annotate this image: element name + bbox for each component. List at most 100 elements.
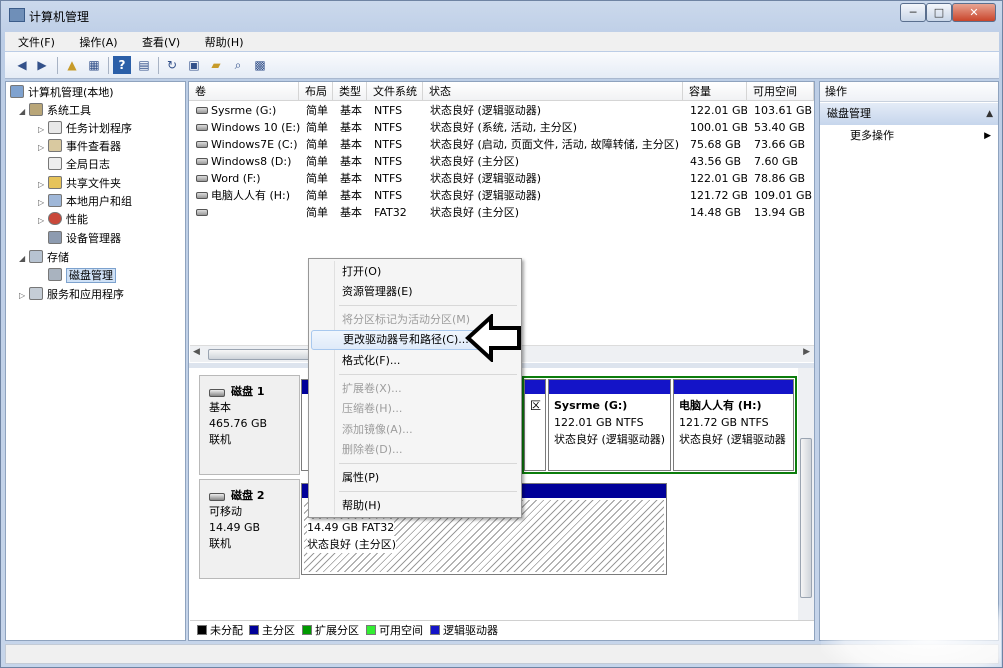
minimize-button[interactable]: ─ — [900, 3, 926, 22]
column-header-type[interactable]: 类型 — [333, 82, 367, 101]
volume-cell-layout: 简单 — [306, 206, 328, 219]
menu-view[interactable]: 查看(V) — [128, 32, 187, 50]
legend-free-space: 可用空间 — [366, 625, 423, 637]
close-button[interactable]: ✕ — [952, 3, 996, 22]
context-menu: 打开(O) 资源管理器(E) 将分区标记为活动分区(M) 更改驱动器号和路径(C… — [308, 258, 522, 518]
show-hide-tree-icon[interactable]: ▦ — [85, 56, 103, 74]
title-bar[interactable]: 计算机管理 ─ □ ✕ — [1, 1, 1002, 31]
volume-cell-fs: NTFS — [374, 189, 403, 202]
menu-item-properties[interactable]: 属性(P) — [311, 468, 519, 488]
menu-item-extend-volume[interactable]: 扩展卷(X)... — [311, 379, 519, 399]
tree-item-device-manager[interactable]: 设备管理器 — [38, 230, 121, 248]
tree-item-services-apps[interactable]: ▷ 服务和应用程序 — [19, 286, 124, 304]
volume-row[interactable]: 电脑人人有 (H:) 简单 基本 NTFS 状态良好 (逻辑驱动器) 121.72 GB 1… — [189, 187, 814, 204]
column-header-free-space[interactable]: 可用空间 — [747, 82, 814, 101]
up-folder-icon[interactable]: ▲ — [63, 56, 81, 74]
column-header-capacity[interactable]: 容量 — [683, 82, 747, 101]
actions-section-disk-management[interactable]: 磁盘管理 ▲ — [820, 103, 998, 125]
expand-icon[interactable]: ▷ — [38, 121, 48, 139]
volume-cell-capacity: 14.48 GB — [690, 206, 742, 219]
computer-management-icon — [9, 8, 25, 22]
disk1-partition-logical-f[interactable]: 区 — [524, 379, 546, 471]
menu-item-explorer[interactable]: 资源管理器(E) — [311, 282, 519, 302]
menu-item-shrink-volume[interactable]: 压缩卷(H)... — [311, 399, 519, 419]
menu-action[interactable]: 操作(A) — [65, 32, 124, 50]
disk1-label[interactable]: 磁盘 1 基本 465.76 GB 联机 — [199, 375, 300, 475]
volume-cell-free: 7.60 GB — [754, 155, 799, 168]
volume-cell-name — [189, 204, 301, 221]
expand-icon[interactable]: ▷ — [19, 287, 29, 305]
volume-cell-type: 基本 — [340, 121, 362, 134]
tree-item-event-viewer[interactable]: ▷ 事件查看器 — [38, 138, 121, 156]
menu-item-add-mirror[interactable]: 添加镜像(A)... — [311, 420, 519, 440]
tree-item-local-users[interactable]: ▷ 本地用户和组 — [38, 193, 132, 211]
back-arrow-icon[interactable]: ◀ — [13, 56, 31, 74]
volume-row[interactable]: Windows8 (D:) 简单 基本 NTFS 状态良好 (主分区) 43.56 GB 7… — [189, 153, 814, 170]
volume-row[interactable]: 简单 基本 FAT32 状态良好 (主分区) 14.48 GB 13.94 GB — [189, 204, 814, 221]
open-folder-icon[interactable]: ▰ — [207, 56, 225, 74]
navigation-tree: 计算机管理(本地) ◢ 系统工具 ▷ 任务计划程序 ▷ 事件查看器 全局日志 ▷ 共享文… — [5, 81, 186, 641]
volume-row[interactable]: Word (F:) 简单 基本 NTFS 状态良好 (逻辑驱动器) 122.01 GB 78… — [189, 170, 814, 187]
volume-row[interactable]: Sysrme (G:) 简单 基本 NTFS 状态良好 (逻辑驱动器) 122.01 GB… — [189, 102, 814, 119]
tree-item-shared-folders[interactable]: ▷ 共享文件夹 — [38, 175, 121, 193]
volume-cell-free: 109.01 GB — [754, 189, 813, 202]
tree-item-disk-management[interactable]: 磁盘管理 — [38, 267, 116, 285]
refresh-icon[interactable]: ↻ — [163, 56, 181, 74]
vertical-scrollbar[interactable] — [798, 368, 814, 620]
volume-cell-layout: 简单 — [306, 155, 328, 168]
expand-icon[interactable]: ▷ — [38, 139, 48, 157]
volume-row[interactable]: Windows7E (C:) 简单 基本 NTFS 状态良好 (启动, 页面文件, 活动… — [189, 136, 814, 153]
scroll-thumb[interactable] — [800, 438, 812, 598]
volume-cell-status: 状态良好 (启动, 页面文件, 活动, 故障转储, 主分区) — [430, 138, 680, 151]
expand-icon[interactable]: ▷ — [38, 194, 48, 212]
menu-item-open[interactable]: 打开(O) — [311, 262, 519, 282]
computer-management-window: 计算机管理 ─ □ ✕ 文件(F) 操作(A) 查看(V) 帮助(H) ◀ ▶ … — [0, 0, 1003, 668]
volume-cell-capacity: 100.01 GB — [690, 121, 747, 134]
volume-cell-fs: FAT32 — [374, 206, 407, 219]
tree-item-task-scheduler[interactable]: ▷ 任务计划程序 — [38, 120, 132, 138]
disk1-partition-h[interactable]: 电脑人人有 (H:) 121.72 GB NTFS 状态良好 (逻辑驱动器 — [673, 379, 794, 471]
scroll-left-icon[interactable]: ◀ — [193, 347, 200, 357]
tree-item-system-tools[interactable]: ◢ 系统工具 — [19, 102, 91, 120]
collapse-up-icon[interactable]: ▲ — [986, 103, 993, 125]
collapse-icon[interactable]: ◢ — [19, 250, 29, 268]
column-header-volume[interactable]: 卷 — [189, 82, 299, 101]
properties-icon[interactable]: ▣ — [185, 56, 203, 74]
expand-icon[interactable]: ▷ — [38, 176, 48, 194]
partition-size: 122.01 GB NTFS — [554, 416, 644, 429]
column-header-status[interactable]: 状态 — [423, 82, 683, 101]
menu-file[interactable]: 文件(F) — [5, 32, 62, 50]
volume-row[interactable]: Windows 10 (E:) 简单 基本 NTFS 状态良好 (系统, 活动, 主分区… — [189, 119, 814, 136]
disk1-size: 465.76 GB — [209, 417, 268, 430]
forward-arrow-icon[interactable]: ▶ — [33, 56, 51, 74]
drive-icon — [196, 124, 208, 131]
tree-item-computer-management[interactable]: 计算机管理(本地) — [10, 84, 114, 102]
expand-icon[interactable]: ▷ — [38, 212, 48, 230]
scroll-thumb[interactable] — [208, 349, 318, 360]
search-icon[interactable]: ⌕ — [229, 56, 247, 74]
collapse-icon[interactable]: ◢ — [19, 103, 29, 121]
legend-unallocated: 未分配 — [197, 625, 243, 637]
maximize-button[interactable]: □ — [926, 3, 952, 22]
event-viewer-icon — [48, 139, 62, 152]
column-header-layout[interactable]: 布局 — [299, 82, 333, 101]
tree-item-global-log[interactable]: 全局日志 — [38, 156, 110, 174]
tree-item-storage[interactable]: ◢ 存储 — [19, 249, 69, 267]
column-header-filesystem[interactable]: 文件系统 — [367, 82, 423, 101]
disk2-label[interactable]: 磁盘 2 可移动 14.49 GB 联机 — [199, 479, 300, 579]
more-actions-item[interactable]: 更多操作 ▶ — [820, 127, 998, 145]
volume-cell-capacity: 43.56 GB — [690, 155, 742, 168]
partition-size: 121.72 GB NTFS — [679, 416, 769, 429]
disk1-partition-sysrme-g[interactable]: Sysrme (G:) 122.01 GB NTFS 状态良好 (逻辑驱动器) — [548, 379, 671, 471]
menu-item-help[interactable]: 帮助(H) — [311, 496, 519, 516]
show-hide-action-pane-icon[interactable]: ▤ — [135, 56, 153, 74]
menu-help[interactable]: 帮助(H) — [191, 32, 251, 50]
tree-item-performance[interactable]: ▷ 性能 — [38, 211, 88, 229]
help-icon[interactable]: ? — [113, 56, 131, 74]
actions-pane: 操作 磁盘管理 ▲ 更多操作 ▶ — [819, 81, 999, 641]
disk-properties-icon[interactable]: ▩ — [251, 56, 269, 74]
scroll-right-icon[interactable]: ▶ — [803, 347, 810, 357]
services-icon — [29, 287, 43, 300]
menu-item-delete-volume[interactable]: 删除卷(D)... — [311, 440, 519, 460]
disk2-type: 可移动 — [209, 505, 242, 518]
